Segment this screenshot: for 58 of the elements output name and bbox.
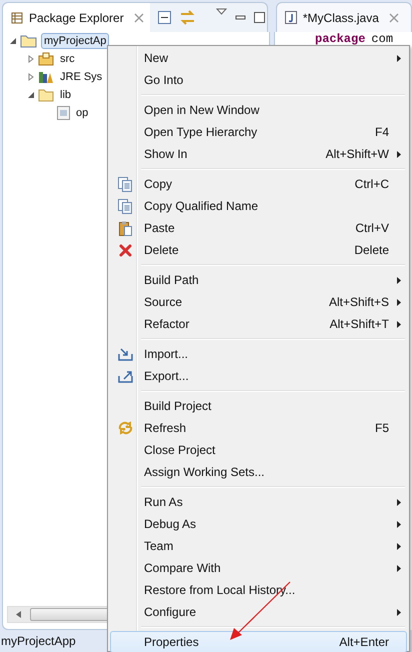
menu-item[interactable]: Build Project bbox=[110, 395, 407, 417]
menu-item[interactable]: Delete Delete bbox=[110, 239, 407, 261]
menu-item[interactable]: Debug As bbox=[110, 513, 407, 535]
package-explorer-tab[interactable]: Package Explorer bbox=[3, 3, 150, 32]
menu-item[interactable]: Refactor Alt+Shift+T bbox=[110, 313, 407, 335]
copy-icon bbox=[118, 198, 132, 214]
menu-item[interactable]: Team bbox=[110, 535, 407, 557]
collapse-all-icon[interactable] bbox=[158, 11, 171, 24]
folder-icon bbox=[38, 88, 54, 102]
menu-item[interactable]: Go Into bbox=[110, 69, 407, 91]
tree-item[interactable]: src bbox=[57, 51, 78, 67]
menu-item[interactable]: Open Type Hierarchy F4 bbox=[110, 121, 407, 143]
expander-icon[interactable] bbox=[27, 73, 35, 81]
menu-item[interactable]: Import... bbox=[110, 343, 407, 365]
menu-item[interactable]: Properties Alt+Enter bbox=[110, 631, 407, 652]
tree-item[interactable]: JRE Sys bbox=[57, 69, 106, 85]
maximize-icon[interactable] bbox=[254, 12, 265, 23]
editor-tab[interactable]: *MyClass.java bbox=[276, 2, 412, 32]
status-text: myProjectApp bbox=[0, 633, 76, 650]
menu-item[interactable]: New bbox=[110, 47, 407, 69]
menu-item[interactable]: Compare With bbox=[110, 557, 407, 579]
view-menu-icon[interactable] bbox=[216, 8, 227, 15]
expander-icon[interactable] bbox=[27, 91, 35, 99]
tree-item[interactable]: op bbox=[73, 105, 92, 121]
expander-icon[interactable] bbox=[9, 37, 17, 45]
package-folder-icon bbox=[38, 52, 54, 66]
refresh-icon bbox=[118, 421, 132, 435]
close-icon[interactable] bbox=[388, 12, 399, 22]
tree-item[interactable]: myProjectAp bbox=[41, 33, 110, 49]
delete-icon bbox=[118, 244, 132, 256]
code-text: com bbox=[371, 32, 394, 46]
import-icon bbox=[118, 348, 132, 360]
menu-item[interactable]: Close Project bbox=[110, 439, 407, 461]
menu-item[interactable]: Export... bbox=[110, 365, 407, 387]
export-icon bbox=[118, 370, 132, 382]
java-file-icon bbox=[284, 11, 297, 24]
folder-icon bbox=[20, 34, 38, 48]
menu-item[interactable]: Run As bbox=[110, 491, 407, 513]
menu-item[interactable]: Configure bbox=[110, 601, 407, 623]
clipboard-icon bbox=[118, 220, 132, 236]
copy-icon bbox=[118, 176, 132, 192]
menu-item[interactable]: Copy Ctrl+C bbox=[110, 173, 407, 195]
menu-item[interactable]: Paste Ctrl+V bbox=[110, 217, 407, 239]
library-books-icon bbox=[38, 70, 54, 84]
menu-item[interactable]: Open in New Window bbox=[110, 99, 407, 121]
menu-item[interactable]: Refresh F5 bbox=[110, 417, 407, 439]
menu-item[interactable]: Show In Alt+Shift+W bbox=[110, 143, 407, 165]
menu-item[interactable]: Source Alt+Shift+S bbox=[110, 291, 407, 313]
menu-item[interactable]: Build Path bbox=[110, 269, 407, 291]
jar-file-icon bbox=[57, 106, 70, 120]
tree-item[interactable]: lib bbox=[57, 87, 74, 103]
menu-item[interactable]: Assign Working Sets... bbox=[110, 461, 407, 483]
code-keyword: package bbox=[315, 32, 366, 46]
expander-icon[interactable] bbox=[27, 55, 35, 63]
close-icon[interactable] bbox=[134, 12, 144, 22]
package-explorer-icon bbox=[11, 12, 23, 24]
menu-item[interactable]: Copy Qualified Name bbox=[110, 195, 407, 217]
scroll-left-icon[interactable] bbox=[16, 611, 22, 618]
